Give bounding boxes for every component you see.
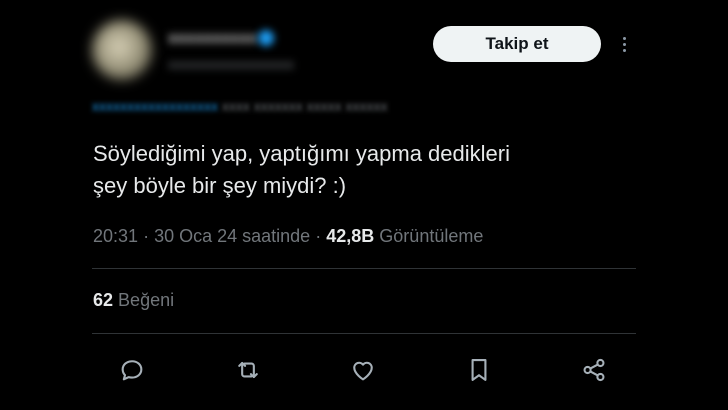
reply-icon[interactable]: [116, 354, 148, 386]
tweet-date[interactable]: 30 Oca 24 saatinde: [154, 226, 310, 246]
like-icon[interactable]: [347, 354, 379, 386]
retweet-icon[interactable]: [232, 354, 264, 386]
tweet-time[interactable]: 20:31: [93, 226, 138, 246]
divider: [92, 333, 636, 334]
views-label[interactable]: Görüntüleme: [379, 226, 483, 246]
divider: [92, 268, 636, 269]
reply-context-blurred: xxxxxxxxxxxxxxxxxx xxxx xxxxxxx xxxxx xx…: [92, 98, 388, 114]
likes-stat[interactable]: 62 Beğeni: [93, 290, 174, 311]
likes-label: Beğeni: [118, 290, 175, 310]
tweet-text-line: şey böyle bir şey miydi? :): [93, 173, 347, 198]
author-name-blurred[interactable]: xxxxxxxxxx: [168, 30, 257, 48]
views-count[interactable]: 42,8B: [326, 226, 374, 246]
avatar[interactable]: [92, 20, 152, 80]
tweet-text: Söylediğimi yap, yaptığımı yapma dedikle…: [93, 138, 653, 202]
likes-count: 62: [93, 290, 114, 310]
meta-separator: ·: [143, 226, 150, 246]
meta-separator: ·: [315, 226, 322, 246]
follow-button[interactable]: Takip et: [433, 26, 601, 62]
more-options-icon[interactable]: [614, 32, 634, 56]
bookmark-icon[interactable]: [463, 354, 495, 386]
author-handle-blurred[interactable]: xxxxxxxxxxxxxxxxxx: [168, 56, 294, 72]
tweet-meta: 20:31 · 30 Oca 24 saatinde · 42,8B Görün…: [93, 226, 483, 247]
tweet-text-line: Söylediğimi yap, yaptığımı yapma dedikle…: [93, 141, 510, 166]
share-icon[interactable]: [578, 354, 610, 386]
tweet-card: xxxxxxxxxx xxxxxxxxxxxxxxxxxx Takip et x…: [0, 0, 728, 410]
verified-badge-icon: [258, 30, 274, 46]
